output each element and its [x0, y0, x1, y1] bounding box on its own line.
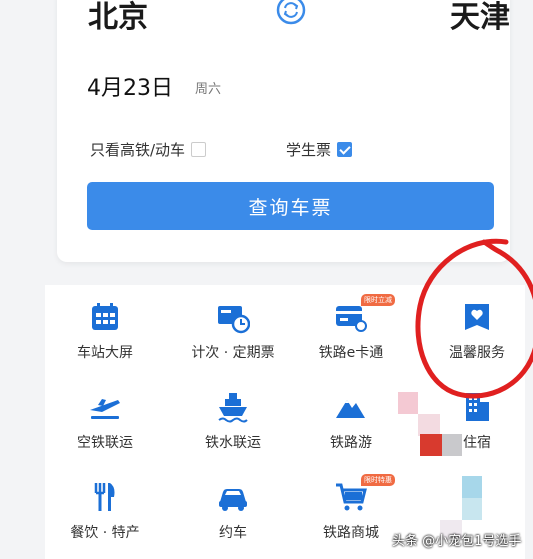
mosaic-block	[462, 498, 482, 520]
service-label: 铁路e卡通	[318, 345, 384, 361]
service-e-card[interactable]: 限时立减 铁路e卡通	[291, 294, 411, 362]
highspeed-only-option[interactable]: 只看高铁/动车	[90, 139, 207, 160]
service-rail-water[interactable]: 铁水联运	[173, 390, 293, 452]
mosaic-block	[462, 476, 482, 498]
highspeed-only-label: 只看高铁/动车	[90, 141, 186, 159]
calendar-grid-icon	[92, 303, 118, 330]
highspeed-only-checkbox[interactable]	[191, 142, 207, 157]
service-label: 车站大屏	[77, 345, 133, 361]
service-label: 空铁联运	[77, 435, 133, 451]
to-city[interactable]: 天津	[450, 0, 510, 36]
service-label: 铁路游	[330, 435, 372, 451]
service-car[interactable]: 约车	[173, 480, 293, 542]
travel-weekday: 周六	[195, 82, 222, 97]
service-food[interactable]: 餐饮 · 特产	[45, 480, 165, 542]
ship-icon	[218, 393, 248, 423]
watermark: 头条 @小宠包1号选手	[392, 534, 522, 549]
service-label: 约车	[219, 525, 247, 541]
plane-icon	[90, 399, 120, 419]
promo-tag: 限时特惠	[361, 474, 395, 486]
from-city[interactable]: 北京	[88, 0, 148, 36]
service-rail-tour[interactable]: 铁路游	[291, 390, 411, 452]
swap-cities-icon[interactable]	[275, 0, 307, 26]
service-label: 计次 · 定期票	[191, 345, 275, 361]
mosaic-block	[418, 414, 440, 436]
annotation-circle	[415, 238, 533, 399]
service-label: 餐饮 · 特产	[70, 525, 140, 541]
student-ticket-option[interactable]: 学生票	[286, 139, 353, 160]
mosaic-block	[420, 434, 442, 456]
promo-tag: 限时立减	[361, 294, 395, 306]
fork-knife-icon	[94, 483, 115, 511]
service-station-screen[interactable]: 车站大屏	[45, 300, 165, 362]
mountain-icon	[336, 400, 365, 418]
mosaic-block	[442, 434, 462, 456]
ticket-clock-icon	[218, 306, 250, 334]
travel-date[interactable]: 4月23日	[87, 70, 173, 102]
car-icon	[219, 489, 247, 511]
service-periodic-ticket[interactable]: 计次 · 定期票	[173, 300, 293, 362]
query-tickets-button[interactable]: 查询车票	[87, 182, 494, 230]
ticket-search-card: 北京 天津 4月23日 周六 只看高铁/动车 学生票 查询车票	[57, 0, 510, 262]
student-ticket-checkbox[interactable]	[337, 142, 353, 157]
service-label: 铁水联运	[205, 435, 261, 451]
student-ticket-label: 学生票	[286, 141, 332, 159]
service-air-rail[interactable]: 空铁联运	[45, 390, 165, 452]
